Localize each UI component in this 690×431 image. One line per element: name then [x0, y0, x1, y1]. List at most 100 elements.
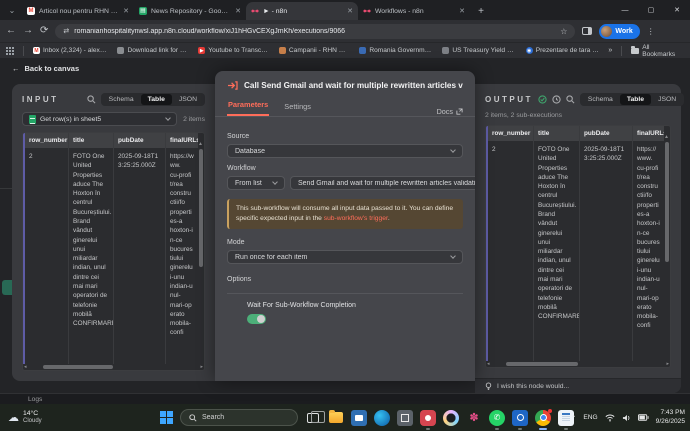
wait-completion-toggle[interactable]	[247, 314, 266, 324]
back-icon[interactable]: ←	[6, 26, 16, 36]
column-header[interactable]: title	[69, 133, 113, 148]
tab-schema[interactable]: Schema	[102, 94, 141, 105]
copilot-icon[interactable]	[443, 410, 459, 426]
column-header[interactable]: title	[534, 126, 579, 141]
bookmark-item[interactable]: Romania Governme...	[359, 47, 433, 54]
start-button[interactable]	[160, 411, 173, 424]
all-bookmarks-button[interactable]: All Bookmarks	[631, 44, 684, 58]
table-cell[interactable]: FOTO One United Properties aduce The Hox…	[69, 148, 113, 364]
tab-json[interactable]: JSON	[172, 94, 204, 105]
output-data-table[interactable]: row_number 2 title FOTO One United Prope…	[485, 125, 671, 368]
browser-tab-n8n-active[interactable]: ► - n8n ✕	[246, 2, 358, 20]
apps-grid-icon[interactable]	[6, 47, 14, 55]
column-header[interactable]: finalURLs	[633, 126, 664, 141]
table-cell[interactable]: 2025-09-18T13:25:25.000Z	[114, 148, 165, 364]
tray-chevron-icon[interactable]: ⌃	[571, 414, 577, 422]
office-app-icon[interactable]	[397, 410, 413, 426]
horizontal-scrollbar[interactable]	[29, 365, 198, 369]
profile-button[interactable]: Work	[599, 24, 639, 39]
photos-icon[interactable]: ✽	[466, 410, 482, 426]
workflow-select[interactable]: Send Gmail and wait for multiple rewritt…	[290, 176, 475, 190]
whatsapp-icon[interactable]: ✆	[489, 410, 505, 426]
table-cell[interactable]: https://www. cu-profit/rea constructii/f…	[166, 148, 198, 364]
tab-json[interactable]: JSON	[651, 94, 683, 105]
search-icon[interactable]	[87, 95, 96, 104]
site-info-icon[interactable]: ⇄	[63, 27, 69, 35]
scroll-right-icon[interactable]: ▸	[666, 362, 669, 367]
tab-close-icon[interactable]: ✕	[235, 7, 241, 15]
column-header[interactable]: row_number	[25, 133, 68, 148]
docs-link[interactable]: Docs	[437, 107, 463, 116]
table-cell[interactable]: 2025-09-18T13:25:25.000Z	[580, 141, 632, 361]
taskbar-search[interactable]: Search	[180, 409, 298, 426]
reload-icon[interactable]: ⟳	[40, 26, 48, 36]
tab-close-icon[interactable]: ✕	[459, 7, 465, 15]
address-bar[interactable]: ⇄ romanianhospitalitynwsl.app.n8n.cloud/…	[55, 24, 575, 39]
table-cell[interactable]: 2	[25, 148, 68, 364]
maximize-button[interactable]: ▢	[638, 0, 664, 20]
tab-schema[interactable]: Schema	[581, 94, 620, 105]
tab-parameters[interactable]: Parameters	[227, 96, 269, 116]
file-explorer-icon[interactable]	[328, 410, 344, 426]
subworkflow-trigger-link[interactable]: sub-workflow's trigger	[324, 215, 388, 222]
input-node-selector[interactable]: Get row(s) in sheet5	[22, 112, 177, 126]
taskbar-clock[interactable]: 7:43 PM 9/26/2025	[656, 409, 685, 425]
back-to-canvas-button[interactable]: ← Back to canvas	[12, 64, 79, 73]
browser-tab-workflows[interactable]: Workflows - n8n ✕	[358, 2, 470, 20]
side-panel-icon[interactable]	[582, 27, 592, 35]
outlook-icon[interactable]	[512, 410, 528, 426]
bookmark-item[interactable]: ◉ Prezentare de tara -...	[526, 47, 600, 54]
logs-bar[interactable]: Logs	[0, 393, 690, 404]
store-icon[interactable]	[351, 410, 367, 426]
column-header[interactable]: pubDate	[114, 133, 165, 148]
input-data-table[interactable]: row_number 2 title FOTO One United Prope…	[22, 132, 205, 371]
scroll-right-icon[interactable]: ▸	[200, 365, 203, 370]
close-button[interactable]: ✕	[664, 0, 690, 20]
bookmark-star-icon[interactable]: ☆	[560, 27, 567, 36]
column-header[interactable]: row_number	[488, 126, 533, 141]
workflow-mode-select[interactable]: From list	[227, 176, 285, 190]
minimize-button[interactable]: —	[612, 0, 638, 20]
table-cell[interactable]: https://www. cu-profit/rea constructii/f…	[633, 141, 664, 361]
bookmark-item[interactable]: ▶ Youtube to Transcri...	[198, 47, 270, 54]
bookmark-item[interactable]: Campanii - RHN —...	[279, 47, 350, 54]
node-feedback-button[interactable]: I wish this node would...	[475, 378, 681, 393]
volume-icon[interactable]	[622, 414, 631, 422]
tab-table[interactable]: Table	[620, 94, 651, 105]
tab-close-icon[interactable]: ✕	[347, 7, 353, 15]
tab-close-icon[interactable]: ✕	[123, 7, 129, 15]
chrome-icon[interactable]	[535, 410, 551, 426]
tab-table[interactable]: Table	[141, 94, 172, 105]
url-text[interactable]: romanianhospitalitynwsl.app.n8n.cloud/wo…	[74, 28, 555, 35]
task-view-icon[interactable]	[305, 410, 321, 426]
browser-tab-sheets[interactable]: ▤ News Repository - Google She ✕	[134, 2, 246, 20]
tab-search-chevron-icon[interactable]: ⌄	[4, 2, 20, 18]
column-header[interactable]: pubDate	[580, 126, 632, 141]
source-select[interactable]: Database	[227, 144, 463, 158]
vertical-scrollbar[interactable]	[199, 147, 203, 362]
scroll-left-icon[interactable]: ◂	[487, 362, 490, 367]
weather-widget[interactable]: ☁ 14°C Cloudy	[8, 410, 42, 425]
bookmarks-overflow-icon[interactable]: »	[608, 47, 612, 54]
forward-icon[interactable]: →	[23, 26, 33, 36]
battery-icon[interactable]	[638, 414, 649, 421]
column-header[interactable]: finalURLs	[166, 133, 198, 148]
bookmark-item[interactable]: Download link for S...	[117, 47, 189, 54]
pcloud-icon[interactable]	[420, 410, 436, 426]
search-icon[interactable]	[566, 95, 575, 104]
browser-tab-gmail[interactable]: M Articol nou pentru RHN - alexa ✕	[22, 2, 134, 20]
table-cell[interactable]: 2	[488, 141, 533, 361]
mode-select[interactable]: Run once for each item	[227, 250, 463, 264]
language-indicator[interactable]: ENG	[583, 414, 597, 421]
horizontal-scrollbar[interactable]	[492, 362, 664, 366]
tab-settings[interactable]: Settings	[283, 98, 312, 116]
vertical-scrollbar[interactable]	[665, 140, 669, 359]
menu-kebab-icon[interactable]: ⋮	[647, 27, 655, 36]
bookmark-item[interactable]: US Treasury Yield C...	[442, 47, 516, 54]
scroll-left-icon[interactable]: ◂	[24, 365, 27, 370]
edge-icon[interactable]	[374, 410, 390, 426]
table-cell[interactable]: FOTO One United Properties aduce The Hox…	[534, 141, 579, 361]
new-tab-button[interactable]: +	[474, 4, 488, 18]
bookmark-item[interactable]: M Inbox (2,324) - alexa...	[33, 47, 108, 54]
history-icon[interactable]	[552, 95, 561, 104]
